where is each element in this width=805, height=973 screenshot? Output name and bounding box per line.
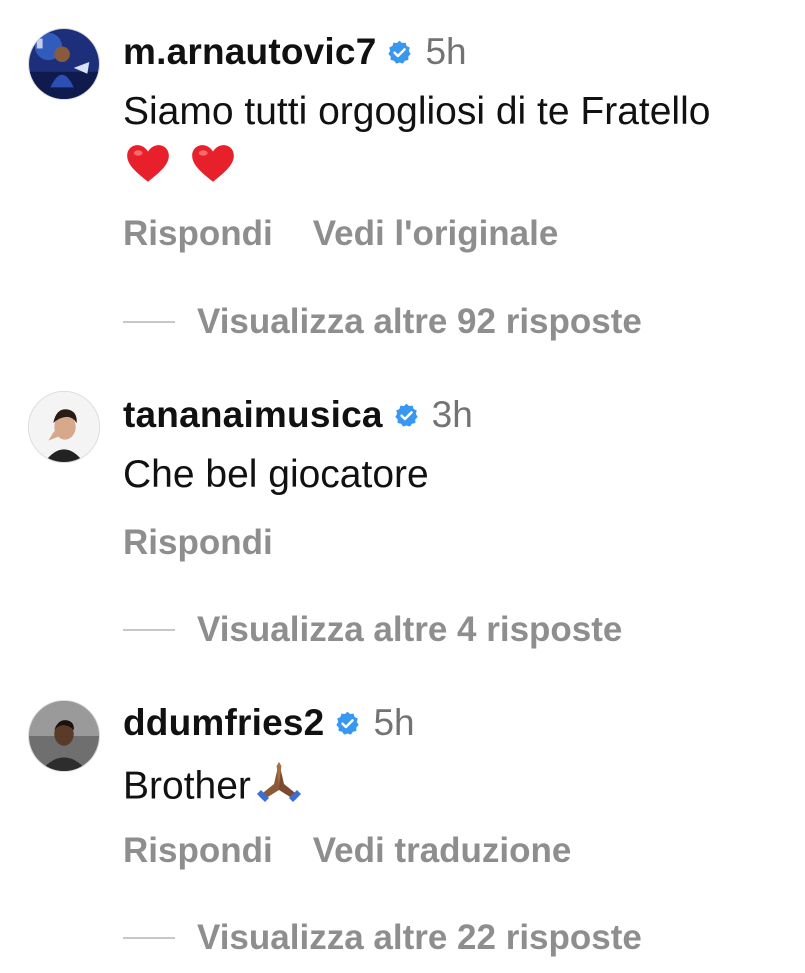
comment-text: Siamo tutti orgogliosi di te Fratello <box>123 90 711 133</box>
comment-actions: Rispondi Vedi l'originale <box>123 214 598 254</box>
timestamp: 5h <box>373 702 415 743</box>
see-original-button[interactable]: Vedi l'originale <box>313 214 559 254</box>
divider <box>123 629 175 631</box>
heart-emoji-icon <box>123 138 173 204</box>
avatar[interactable] <box>28 28 100 100</box>
view-replies-button[interactable]: Visualizza altre 22 risposte <box>123 918 642 958</box>
view-replies-button[interactable]: Visualizza altre 4 risposte <box>123 610 622 650</box>
timestamp: 5h <box>425 31 467 72</box>
view-replies-label: Visualizza altre 92 risposte <box>197 302 642 341</box>
heart-emoji-icon <box>188 138 238 204</box>
folded-hands-emoji-icon <box>251 755 307 821</box>
reply-button[interactable]: Rispondi <box>123 831 273 871</box>
avatar[interactable] <box>28 391 100 463</box>
comment-emoji-line <box>123 138 238 204</box>
divider <box>123 937 175 939</box>
verified-badge-icon <box>393 402 420 429</box>
reply-button[interactable]: Rispondi <box>123 214 273 254</box>
comment-actions: Rispondi Vedi traduzione <box>123 831 611 871</box>
comment-actions: Rispondi <box>123 523 313 563</box>
verified-badge-icon <box>334 710 361 737</box>
reply-button[interactable]: Rispondi <box>123 523 273 563</box>
username[interactable]: ddumfries2 <box>123 702 324 744</box>
verified-badge-icon <box>386 39 413 66</box>
username[interactable]: m.arnautovic7 <box>123 31 376 73</box>
username[interactable]: tananaimusica <box>123 394 383 436</box>
comment-header: tananaimusica 3h <box>123 393 473 437</box>
avatar[interactable] <box>28 700 100 772</box>
timestamp: 3h <box>431 394 473 435</box>
comment-header: m.arnautovic7 5h <box>123 30 467 74</box>
divider <box>123 321 175 323</box>
view-replies-label: Visualizza altre 4 risposte <box>197 610 623 649</box>
comment-text-line: Brother <box>123 755 307 821</box>
comment-header: ddumfries2 5h <box>123 701 415 745</box>
view-replies-button[interactable]: Visualizza altre 92 risposte <box>123 302 642 342</box>
comment-text: Brother <box>123 764 251 808</box>
see-translation-button[interactable]: Vedi traduzione <box>313 831 572 871</box>
view-replies-label: Visualizza altre 22 risposte <box>197 918 642 957</box>
comment-text: Che bel giocatore <box>123 453 429 496</box>
